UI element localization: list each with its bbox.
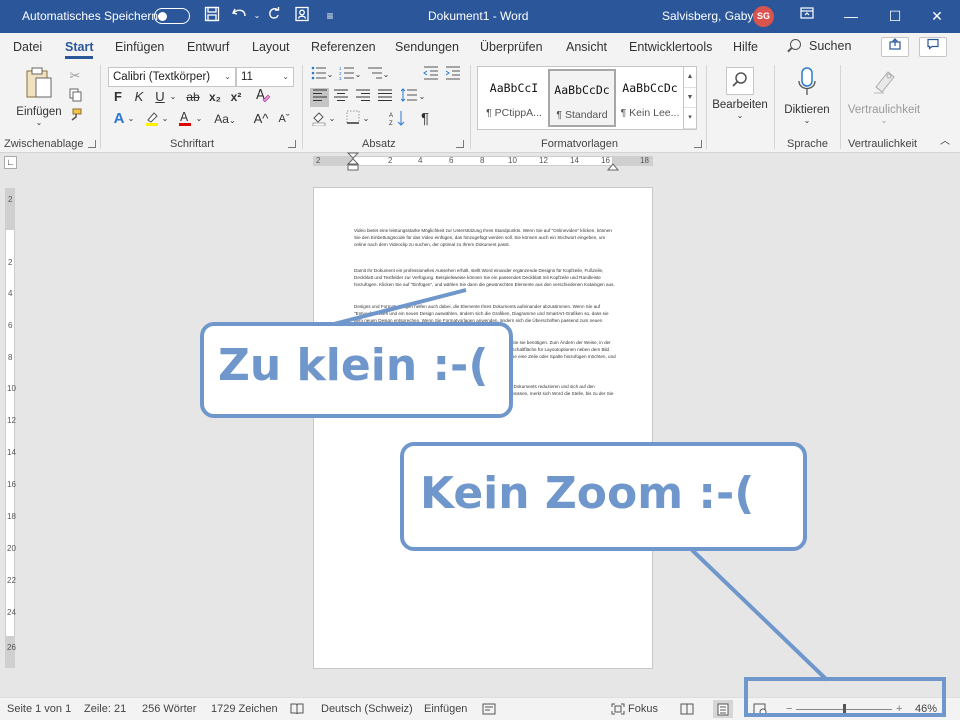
zoom-highlight-box — [744, 677, 946, 717]
proofing-icon[interactable] — [290, 703, 304, 718]
line-number[interactable]: Zeile: 21 — [84, 703, 126, 715]
focus-mode[interactable]: Fokus — [628, 703, 658, 715]
page-count[interactable]: Seite 1 von 1 — [7, 703, 71, 715]
insert-mode[interactable]: Einfügen — [424, 703, 467, 715]
focus-icon[interactable] — [611, 703, 625, 718]
language[interactable]: Deutsch (Schweiz) — [321, 703, 413, 715]
callout-too-small-text: Zu klein :-( — [218, 340, 489, 391]
callout-no-zoom: Kein Zoom :-( — [400, 442, 807, 551]
macro-recording-icon[interactable] — [482, 703, 496, 718]
char-count[interactable]: 1729 Zeichen — [211, 703, 278, 715]
callout-no-zoom-text: Kein Zoom :-( — [420, 468, 755, 519]
callout-too-small: Zu klein :-( — [200, 322, 513, 418]
read-mode-icon[interactable] — [680, 703, 694, 718]
print-layout-icon[interactable] — [713, 700, 733, 718]
word-count[interactable]: 256 Wörter — [142, 703, 196, 715]
